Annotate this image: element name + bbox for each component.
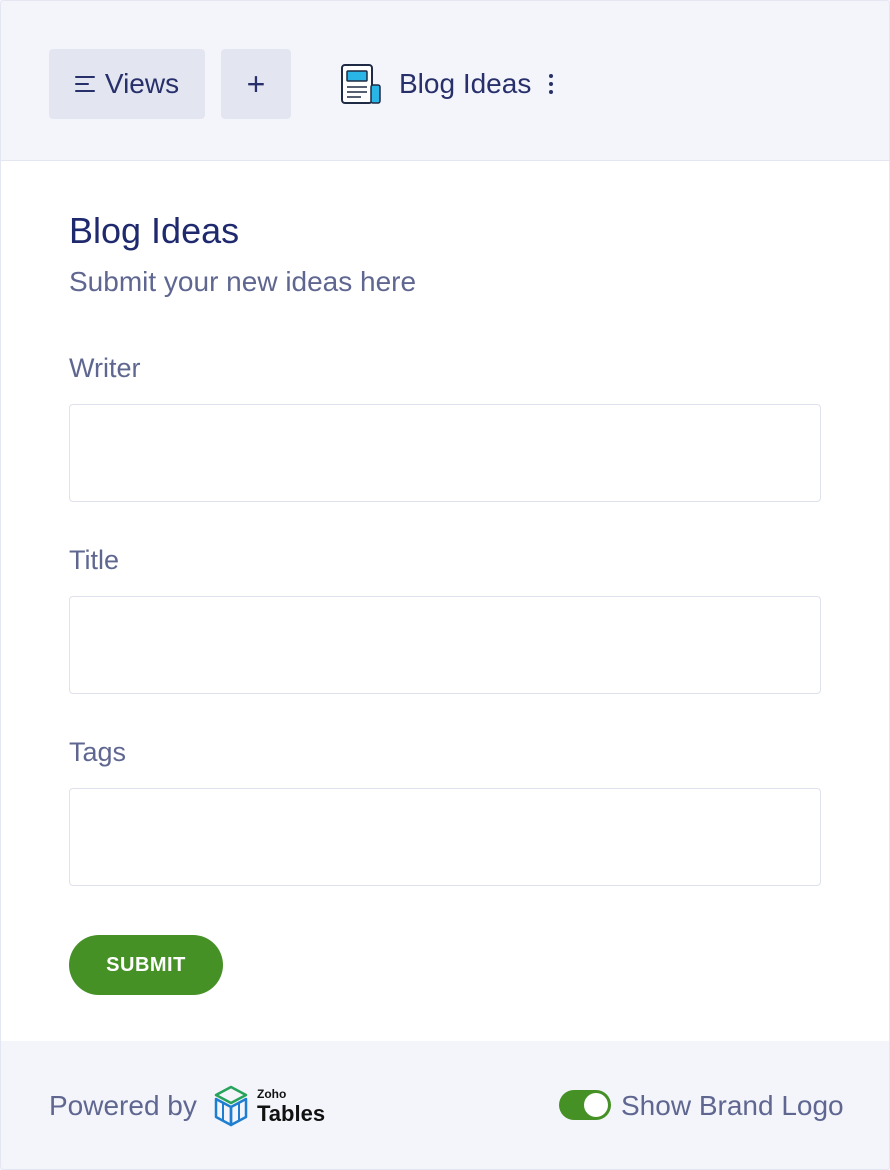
zoho-tables-logo-icon: [214, 1085, 248, 1127]
show-brand-logo-label: Show Brand Logo: [621, 1090, 844, 1121]
writer-label: Writer: [69, 353, 141, 383]
title-input[interactable]: [69, 596, 821, 694]
tags-input[interactable]: [69, 788, 821, 886]
more-options-icon[interactable]: [539, 67, 563, 101]
title-label: Title: [69, 545, 120, 575]
form-header: Views + Blog Ideas: [1, 1, 889, 161]
plus-icon: +: [246, 66, 266, 102]
form-description: Submit your new ideas here: [69, 266, 417, 297]
form-body: Blog Ideas Submit your new ideas here Wr…: [1, 161, 889, 1041]
form-footer: Powered by Zoho Tables Show Brand Logo: [1, 1041, 889, 1169]
toggle-knob: [584, 1093, 608, 1117]
show-brand-logo-toggle[interactable]: [559, 1090, 611, 1120]
views-button[interactable]: Views: [49, 49, 205, 119]
menu-icon: [74, 76, 95, 92]
tags-label: Tags: [69, 737, 127, 767]
submit-button[interactable]: SUBMIT: [69, 935, 223, 995]
brand-zoho-text: Zoho: [257, 1087, 287, 1101]
powered-by-text: Powered by: [49, 1090, 197, 1121]
writer-input[interactable]: [69, 404, 821, 502]
brand-tables-text: Tables: [257, 1101, 326, 1126]
add-view-button[interactable]: +: [221, 49, 291, 119]
form-heading: Blog Ideas: [69, 210, 240, 251]
form-document-icon: [341, 64, 381, 104]
form-name-title: Blog Ideas: [399, 68, 532, 99]
views-button-label: Views: [104, 68, 180, 99]
form-page: Views + Blog Ideas Blog Ideas Submit you…: [0, 0, 890, 1170]
